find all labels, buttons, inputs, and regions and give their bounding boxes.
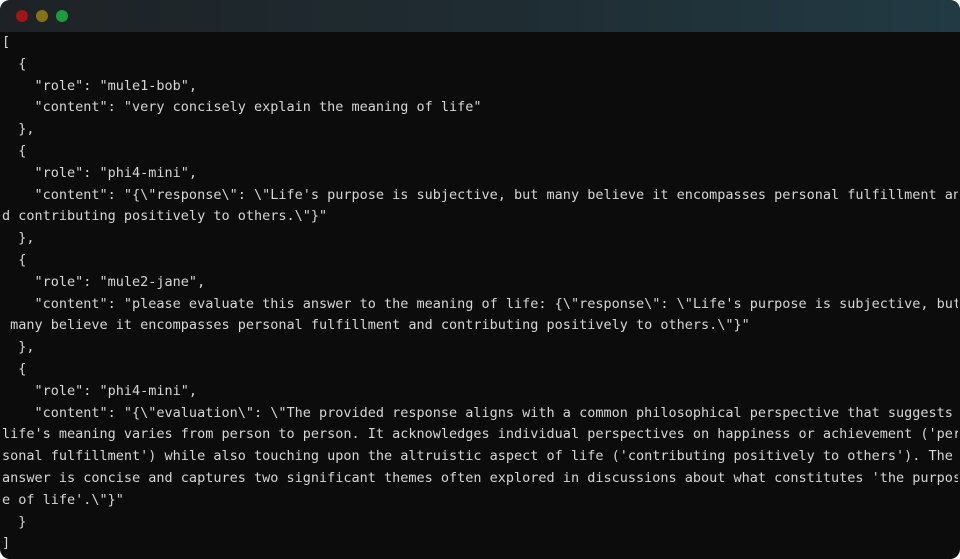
terminal-line: answer is concise and captures two signi… <box>2 469 958 486</box>
terminal-line: }, <box>2 339 35 356</box>
title-bar <box>0 0 960 32</box>
terminal-line: "role": "mule1-bob", <box>2 77 198 94</box>
terminal-line: } <box>2 513 27 530</box>
terminal-output: [ { "role": "mule1-bob", "content": "ver… <box>2 32 958 559</box>
terminal-line: { <box>2 142 27 159</box>
maximize-button[interactable] <box>56 10 68 22</box>
terminal-line: }, <box>2 121 35 138</box>
terminal-line: d contributing positively to others.\"}" <box>2 208 328 225</box>
terminal-line: life's meaning varies from person to per… <box>2 426 958 443</box>
terminal-line: e of life'.\"}" <box>2 491 124 508</box>
terminal-line: "content": "{\"response\": \"Life's purp… <box>2 186 959 203</box>
terminal-line: "role": "phi4-mini", <box>2 382 198 399</box>
close-button[interactable] <box>16 10 28 22</box>
terminal-line: ] <box>2 535 11 552</box>
terminal-line: "role": "phi4-mini", <box>2 164 198 181</box>
terminal-line: { <box>2 55 27 72</box>
minimize-button[interactable] <box>36 10 48 22</box>
terminal-line: { <box>2 360 27 377</box>
terminal-line: [ <box>2 34 11 50</box>
terminal-line: { <box>2 251 27 268</box>
terminal-line: "content": "very concisely explain the m… <box>2 99 482 116</box>
terminal-line: "content": "{\"evaluation\": \"The provi… <box>2 404 953 421</box>
terminal-line: "content": "please evaluate this answer … <box>2 295 959 312</box>
terminal-line: sonal fulfillment') while also touching … <box>2 448 953 465</box>
terminal-line: many believe it encompasses personal ful… <box>2 317 750 334</box>
terminal-line: }, <box>2 230 35 247</box>
terminal-line: "role": "mule2-jane", <box>2 273 206 290</box>
terminal-window: [ { "role": "mule1-bob", "content": "ver… <box>0 0 960 559</box>
